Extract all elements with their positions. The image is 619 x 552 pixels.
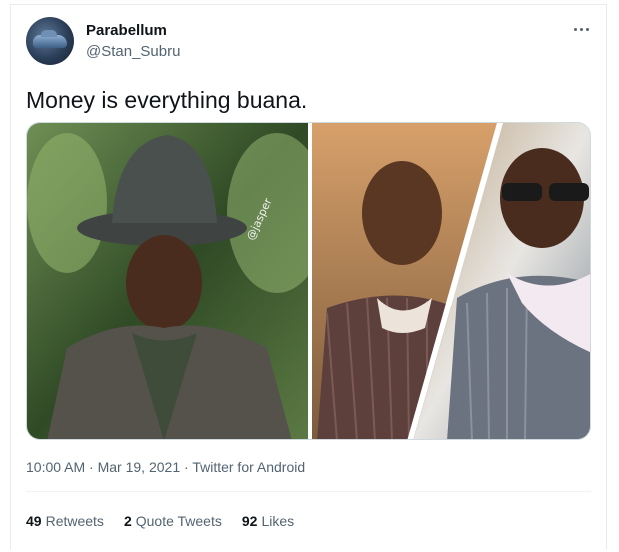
likes-label: Likes — [261, 513, 295, 529]
tweet-source[interactable]: Twitter for Android — [192, 459, 305, 475]
quotes-label: Quote Tweets — [135, 513, 222, 529]
retweets-stat[interactable]: 49 Retweets — [26, 513, 104, 529]
author-name[interactable]: Parabellum — [86, 22, 167, 39]
tweet-time[interactable]: 10:00 AM — [26, 459, 85, 475]
retweets-count: 49 — [26, 513, 42, 529]
tweet-stats: 49 Retweets 2 Quote Tweets 92 Likes — [26, 513, 294, 529]
likes-stat[interactable]: 92 Likes — [242, 513, 294, 529]
retweets-label: Retweets — [45, 513, 104, 529]
likes-count: 92 — [241, 513, 258, 529]
quote-tweets-stat[interactable]: 2 Quote Tweets — [124, 513, 222, 529]
tweet-date[interactable]: Mar 19, 2021 — [98, 459, 181, 475]
tweet-text: Money is everything buana. — [26, 87, 308, 113]
quotes-count: 2 — [123, 513, 132, 529]
meme-image: @jasper — [27, 123, 590, 439]
tweet-metadata: 10:00 AM · Mar 19, 2021 · Twitter for An… — [26, 459, 305, 475]
avatar[interactable] — [26, 17, 74, 65]
more-icon[interactable] — [571, 23, 591, 35]
tweet-media[interactable]: @jasper — [26, 122, 591, 440]
meta-separator: · — [184, 459, 189, 475]
divider — [26, 491, 591, 492]
author-handle[interactable]: @Stan_Subru — [86, 43, 180, 60]
meta-separator: · — [89, 459, 94, 475]
